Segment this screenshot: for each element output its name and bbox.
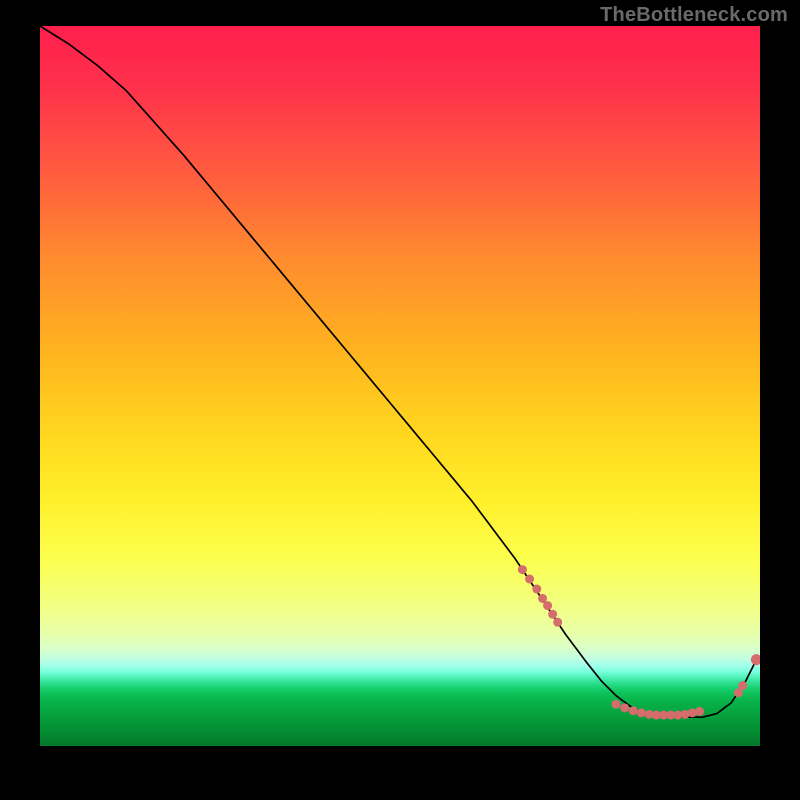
data-point	[629, 706, 638, 715]
data-point	[518, 565, 527, 574]
data-point	[612, 700, 621, 709]
data-point	[525, 574, 534, 583]
chart-container: TheBottleneck.com	[0, 0, 800, 800]
bottleneck-line	[40, 26, 756, 717]
data-point	[553, 618, 562, 627]
data-point	[695, 707, 704, 716]
plot-area	[40, 26, 760, 746]
data-point	[738, 681, 747, 690]
data-point	[751, 654, 760, 665]
data-point	[532, 585, 541, 594]
data-point	[548, 610, 557, 619]
chart-svg	[40, 26, 760, 746]
data-point	[637, 708, 646, 717]
watermark-text: TheBottleneck.com	[600, 4, 788, 27]
data-point	[620, 703, 629, 712]
data-point	[543, 601, 552, 610]
data-markers	[518, 565, 760, 719]
